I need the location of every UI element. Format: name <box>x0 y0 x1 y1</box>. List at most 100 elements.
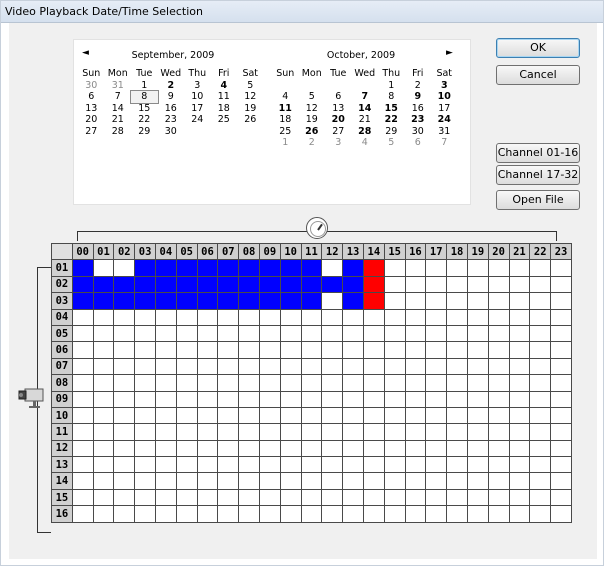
empty-cell[interactable] <box>279 472 302 490</box>
empty-cell[interactable] <box>466 439 489 458</box>
empty-cell[interactable] <box>529 275 552 294</box>
empty-cell[interactable] <box>196 472 219 490</box>
empty-cell[interactable] <box>154 406 177 425</box>
empty-cell[interactable] <box>300 488 323 507</box>
empty-cell[interactable] <box>425 423 448 441</box>
empty-cell[interactable] <box>529 259 552 277</box>
empty-cell[interactable] <box>154 357 177 376</box>
empty-cell[interactable] <box>404 505 427 523</box>
empty-cell[interactable] <box>529 357 552 376</box>
recorded-cell[interactable] <box>154 275 177 294</box>
calendar-day[interactable]: 7 <box>431 137 458 149</box>
empty-cell[interactable] <box>487 259 510 277</box>
empty-cell[interactable] <box>321 374 344 392</box>
calendar-day[interactable]: 8 <box>378 91 405 103</box>
calendar-day[interactable]: 2 <box>299 137 326 149</box>
empty-cell[interactable] <box>342 406 364 425</box>
empty-cell[interactable] <box>196 374 219 392</box>
empty-cell[interactable] <box>550 439 572 458</box>
open-file-button[interactable]: Open File <box>496 190 580 210</box>
calendar-day[interactable]: 11 <box>211 91 238 103</box>
empty-cell[interactable] <box>238 439 260 458</box>
calendar-day[interactable]: 19 <box>299 114 326 126</box>
recorded-cell[interactable] <box>238 292 260 310</box>
empty-cell[interactable] <box>508 341 531 359</box>
calendar-day[interactable]: 24 <box>431 114 458 126</box>
empty-cell[interactable] <box>134 390 156 408</box>
empty-cell[interactable] <box>300 406 323 425</box>
empty-cell[interactable] <box>300 374 323 392</box>
empty-cell[interactable] <box>466 324 489 343</box>
empty-cell[interactable] <box>425 488 448 507</box>
empty-cell[interactable] <box>300 390 323 408</box>
empty-cell[interactable] <box>113 406 136 425</box>
empty-cell[interactable] <box>258 374 281 392</box>
empty-cell[interactable] <box>487 423 510 441</box>
empty-cell[interactable] <box>550 406 572 425</box>
empty-cell[interactable] <box>342 505 364 523</box>
empty-cell[interactable] <box>466 275 489 294</box>
empty-cell[interactable] <box>342 423 364 441</box>
calendar-day[interactable]: 2 <box>405 80 432 92</box>
empty-cell[interactable] <box>508 406 531 425</box>
calendar-day[interactable]: 23 <box>405 114 432 126</box>
empty-cell[interactable] <box>362 341 385 359</box>
calendar-day[interactable]: 6 <box>78 91 105 103</box>
channel-header[interactable]: 03 <box>51 292 73 310</box>
empty-cell[interactable] <box>71 390 94 408</box>
event-cell[interactable] <box>362 292 385 310</box>
empty-cell[interactable] <box>362 406 385 425</box>
empty-cell[interactable] <box>258 308 281 326</box>
empty-cell[interactable] <box>383 488 406 507</box>
empty-cell[interactable] <box>71 456 94 474</box>
empty-cell[interactable] <box>550 259 572 277</box>
empty-cell[interactable] <box>279 390 302 408</box>
empty-cell[interactable] <box>258 423 281 441</box>
empty-cell[interactable] <box>196 456 219 474</box>
empty-cell[interactable] <box>446 308 468 326</box>
empty-cell[interactable] <box>92 472 115 490</box>
calendar-day[interactable]: 7 <box>352 91 379 103</box>
calendar-day[interactable]: 14 <box>352 103 379 115</box>
empty-cell[interactable] <box>466 505 489 523</box>
empty-cell[interactable] <box>113 341 136 359</box>
empty-cell[interactable] <box>134 357 156 376</box>
calendar-day[interactable]: 26 <box>299 126 326 138</box>
empty-cell[interactable] <box>529 472 552 490</box>
empty-cell[interactable] <box>404 324 427 343</box>
calendar-day[interactable]: 4 <box>211 80 238 92</box>
empty-cell[interactable] <box>508 390 531 408</box>
empty-cell[interactable] <box>196 505 219 523</box>
empty-cell[interactable] <box>404 341 427 359</box>
calendar-day[interactable]: 5 <box>237 80 264 92</box>
channel-header[interactable]: 02 <box>51 275 73 294</box>
right-arrow-icon[interactable]: ► <box>446 48 453 58</box>
calendar-day[interactable]: 28 <box>105 126 132 138</box>
calendar-day[interactable]: 1 <box>131 80 158 92</box>
empty-cell[interactable] <box>279 456 302 474</box>
empty-cell[interactable] <box>300 423 323 441</box>
recorded-cell[interactable] <box>300 275 323 294</box>
empty-cell[interactable] <box>113 423 136 441</box>
empty-cell[interactable] <box>196 406 219 425</box>
recorded-cell[interactable] <box>175 275 198 294</box>
empty-cell[interactable] <box>217 374 240 392</box>
empty-cell[interactable] <box>175 341 198 359</box>
empty-cell[interactable] <box>362 439 385 458</box>
empty-cell[interactable] <box>529 308 552 326</box>
channel-header[interactable]: 05 <box>51 324 73 343</box>
empty-cell[interactable] <box>508 308 531 326</box>
empty-cell[interactable] <box>487 439 510 458</box>
empty-cell[interactable] <box>134 374 156 392</box>
empty-cell[interactable] <box>92 357 115 376</box>
ok-button[interactable]: OK <box>496 38 580 58</box>
channel-header[interactable]: 13 <box>51 456 73 474</box>
empty-cell[interactable] <box>134 423 156 441</box>
empty-cell[interactable] <box>238 308 260 326</box>
empty-cell[interactable] <box>466 308 489 326</box>
event-cell[interactable] <box>362 259 385 277</box>
empty-cell[interactable] <box>154 439 177 458</box>
empty-cell[interactable] <box>362 357 385 376</box>
empty-cell[interactable] <box>529 341 552 359</box>
calendar-day[interactable]: 20 <box>78 114 105 126</box>
